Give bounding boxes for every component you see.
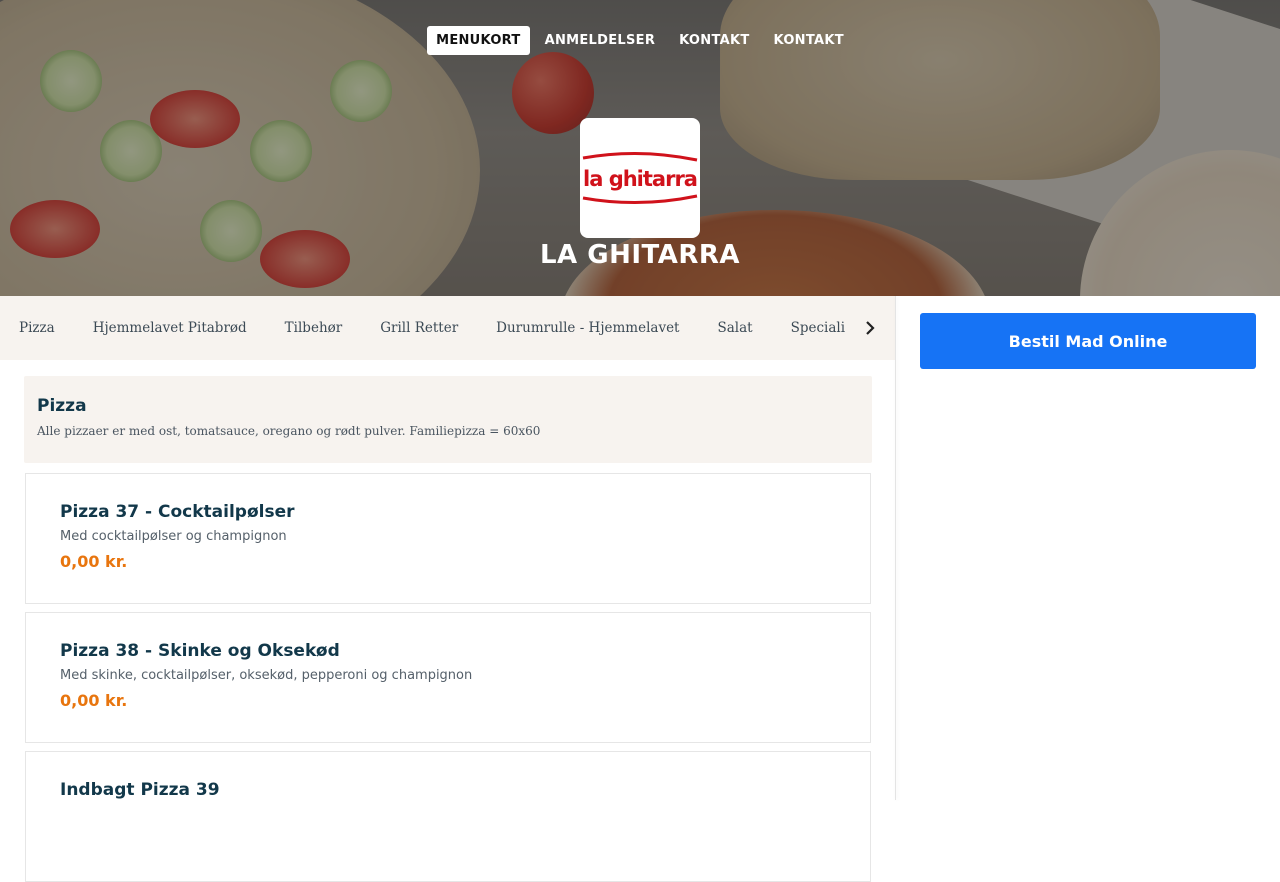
order-online-button[interactable]: Bestil Mad Online: [920, 313, 1256, 369]
menu-item-description: Med cocktailpølser og champignon: [60, 529, 287, 544]
category-bar: Pizza Hjemmelavet Pitabrød Tilbehør Gril…: [0, 296, 895, 360]
nav-anmeldelser[interactable]: ANMELDELSER: [536, 26, 665, 55]
nav-kontakt-2[interactable]: KONTAKT: [765, 26, 853, 55]
category-durumrulle[interactable]: Durumrulle - Hjemmelavet: [496, 320, 679, 336]
menu-section-header: Pizza Alle pizzaer er med ost, tomatsauc…: [24, 376, 872, 463]
section-description: Alle pizzaer er med ost, tomatsauce, ore…: [37, 424, 541, 438]
menu-item-name: Pizza 37 - Cocktailpølser: [60, 502, 295, 522]
category-scroll-button[interactable]: [845, 296, 895, 360]
restaurant-name: LA GHITARRA: [539, 240, 741, 270]
restaurant-logo: la ghitarra: [580, 118, 700, 238]
logo-graphic: la ghitarra: [582, 151, 698, 205]
category-salat[interactable]: Salat: [718, 320, 753, 336]
category-pitabroed[interactable]: Hjemmelavet Pitabrød: [93, 320, 247, 336]
category-grill-retter[interactable]: Grill Retter: [380, 320, 458, 336]
menu-item-description: Med skinke, cocktailpølser, oksekød, pep…: [60, 668, 473, 683]
nav-kontakt[interactable]: KONTAKT: [670, 26, 758, 55]
category-pizza[interactable]: Pizza: [19, 320, 55, 336]
menu-item[interactable]: Pizza 38 - Skinke og Oksekød Med skinke,…: [25, 612, 871, 743]
top-nav: MENUKORT ANMELDELSER KONTAKT KONTAKT: [0, 26, 1280, 55]
hero-banner: MENUKORT ANMELDELSER KONTAKT KONTAKT la …: [0, 0, 1280, 296]
menu-item[interactable]: Pizza 37 - Cocktailpølser Med cocktailpø…: [25, 473, 871, 604]
menu-item-name: Indbagt Pizza 39: [60, 780, 220, 800]
menu-item[interactable]: Indbagt Pizza 39: [25, 751, 871, 882]
nav-menukort[interactable]: MENUKORT: [427, 26, 530, 55]
chevron-right-icon: [866, 321, 875, 335]
menu-item-price: 0,00 kr.: [60, 691, 128, 710]
svg-text:la ghitarra: la ghitarra: [583, 167, 697, 191]
section-title: Pizza: [37, 396, 87, 416]
category-tilbehoer[interactable]: Tilbehør: [285, 320, 343, 336]
menu-item-name: Pizza 38 - Skinke og Oksekød: [60, 641, 340, 661]
menu-item-price: 0,00 kr.: [60, 552, 128, 571]
